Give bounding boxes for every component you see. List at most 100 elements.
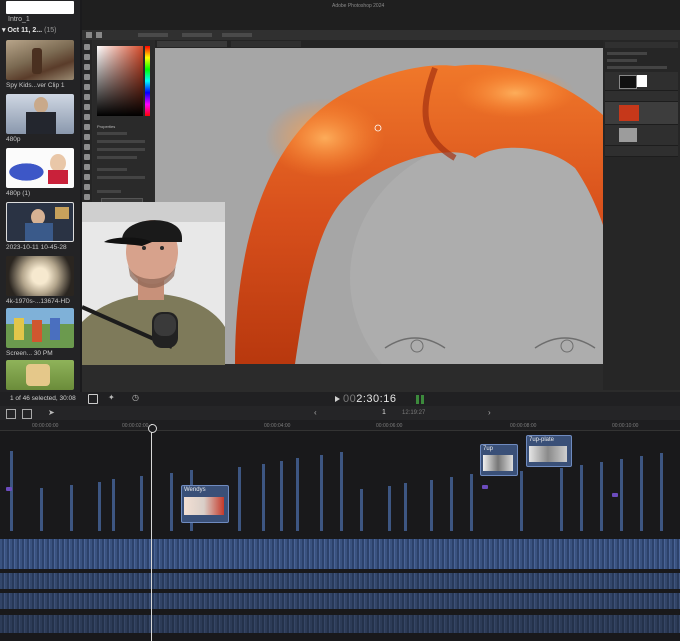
connected-clip[interactable] [10, 451, 13, 531]
connected-clip[interactable] [660, 453, 663, 531]
clip-appearance-icon[interactable] [6, 409, 16, 419]
connected-clip[interactable] [600, 462, 603, 531]
properties-row [97, 132, 127, 135]
connected-clip[interactable] [98, 482, 101, 531]
color-picker-field[interactable] [97, 46, 143, 116]
connected-clip[interactable] [70, 485, 73, 531]
clip-2023-10-11[interactable]: 2023-10-11 10-45-28 [6, 202, 74, 251]
crop-tool-icon[interactable] [84, 74, 90, 80]
layer-row[interactable] [605, 125, 678, 146]
marker[interactable] [612, 493, 618, 497]
connected-clip[interactable] [560, 468, 563, 531]
connected-clip[interactable] [520, 471, 523, 531]
timecode-display[interactable]: 002:30:16 [343, 393, 396, 405]
lock-row[interactable] [607, 66, 667, 69]
document-canvas[interactable] [155, 48, 680, 364]
connected-clip[interactable] [340, 452, 343, 531]
timeline-area[interactable]: Wendys 7up 7up-plate [0, 431, 680, 641]
play-icon[interactable] [335, 396, 340, 402]
brush-tool-icon[interactable] [96, 32, 102, 38]
connected-clip[interactable] [140, 476, 143, 531]
clip-4k-1970s[interactable]: 4k-1970s-...13674-HD [6, 256, 74, 305]
clip-spy-kids[interactable]: Spy Kids...ver Clip 1 [6, 40, 74, 89]
connected-clip[interactable] [170, 473, 173, 531]
connected-clip[interactable] [280, 461, 283, 531]
home-icon[interactable] [86, 32, 92, 38]
playhead-handle[interactable] [148, 424, 157, 433]
clip-480p[interactable]: 480p [6, 94, 74, 143]
type-tool-icon[interactable] [84, 164, 90, 170]
clip-name: Wendys [184, 487, 206, 493]
path-tool-icon[interactable] [84, 174, 90, 180]
connected-clip[interactable] [238, 467, 241, 531]
retime-icon[interactable]: ◷ [132, 393, 139, 402]
gradient-tool-icon[interactable] [84, 134, 90, 140]
hue-slider[interactable] [145, 46, 150, 116]
connected-clip[interactable] [262, 464, 265, 531]
move-tool-icon[interactable] [84, 44, 90, 50]
connected-clip[interactable] [470, 474, 473, 531]
audio-meter-right [421, 395, 424, 404]
connected-clip[interactable] [360, 489, 363, 531]
blend-mode-select[interactable] [607, 59, 637, 62]
healing-tool-icon[interactable] [84, 94, 90, 100]
date-group-header[interactable]: ▾ Oct 11, 2... (15) [2, 26, 57, 34]
search-input[interactable] [6, 1, 74, 14]
connected-clip[interactable] [450, 477, 453, 531]
brush-tool-icon[interactable] [84, 104, 90, 110]
event-name[interactable]: Intro_1 [8, 16, 30, 23]
timeline-page: 1 [382, 409, 386, 416]
document-tab[interactable] [231, 41, 301, 47]
connected-clip[interactable] [620, 459, 623, 531]
clip-7up[interactable]: 7up [480, 444, 518, 476]
clip-7up-plate[interactable]: 7up-plate [526, 435, 572, 467]
playhead[interactable] [151, 424, 152, 641]
forward-arrow-icon[interactable]: › [488, 408, 491, 417]
connected-clip[interactable] [112, 479, 115, 531]
index-icon[interactable] [22, 409, 32, 419]
enhance-wand-icon[interactable]: ✦ [108, 393, 115, 402]
connected-clip[interactable] [430, 480, 433, 531]
eyedropper-tool-icon[interactable] [84, 84, 90, 90]
transform-icon[interactable] [88, 394, 98, 404]
audio-lane[interactable] [0, 573, 680, 589]
layer-thumbnail [619, 128, 637, 142]
eraser-tool-icon[interactable] [84, 124, 90, 130]
marker[interactable] [6, 487, 12, 491]
document-tab[interactable] [157, 41, 227, 47]
select-tool-icon[interactable]: ➤ [48, 408, 55, 417]
shape-tool-icon[interactable] [84, 184, 90, 190]
ruler-label: 00:00:06:00 [376, 423, 403, 429]
connected-clip[interactable] [388, 486, 391, 531]
lasso-tool-icon[interactable] [84, 64, 90, 70]
connected-clip[interactable] [640, 456, 643, 531]
primary-storyline[interactable] [0, 539, 680, 569]
mode-select[interactable] [138, 33, 168, 37]
layer-row-selected[interactable] [605, 102, 678, 125]
connected-clip[interactable] [404, 483, 407, 531]
marker[interactable] [482, 485, 488, 489]
clip-480p-1[interactable]: 480p (1) [6, 148, 74, 197]
clip-screen-recording[interactable]: Screen... 30 PM [6, 308, 74, 357]
marquee-tool-icon[interactable] [84, 54, 90, 60]
layer-row[interactable] [605, 146, 678, 157]
timeline-ruler[interactable] [0, 420, 680, 431]
connected-clip[interactable] [40, 488, 43, 531]
opacity-field[interactable] [182, 33, 212, 37]
back-arrow-icon[interactable]: ‹ [314, 408, 317, 417]
layer-group-row[interactable] [605, 91, 678, 102]
pen-tool-icon[interactable] [84, 154, 90, 160]
layer-row[interactable] [605, 72, 678, 91]
audio-lane[interactable] [0, 615, 680, 633]
connected-clip[interactable] [320, 455, 323, 531]
clip-wendys[interactable]: Wendys [181, 485, 229, 523]
clip-cartoon[interactable] [6, 360, 74, 390]
stamp-tool-icon[interactable] [84, 114, 90, 120]
audio-lane[interactable] [0, 593, 680, 609]
dodge-tool-icon[interactable] [84, 144, 90, 150]
flow-field[interactable] [222, 33, 252, 37]
connected-clip[interactable] [580, 465, 583, 531]
hand-tool-icon[interactable] [84, 194, 90, 200]
layer-filter[interactable] [607, 52, 647, 55]
connected-clip[interactable] [296, 458, 299, 531]
